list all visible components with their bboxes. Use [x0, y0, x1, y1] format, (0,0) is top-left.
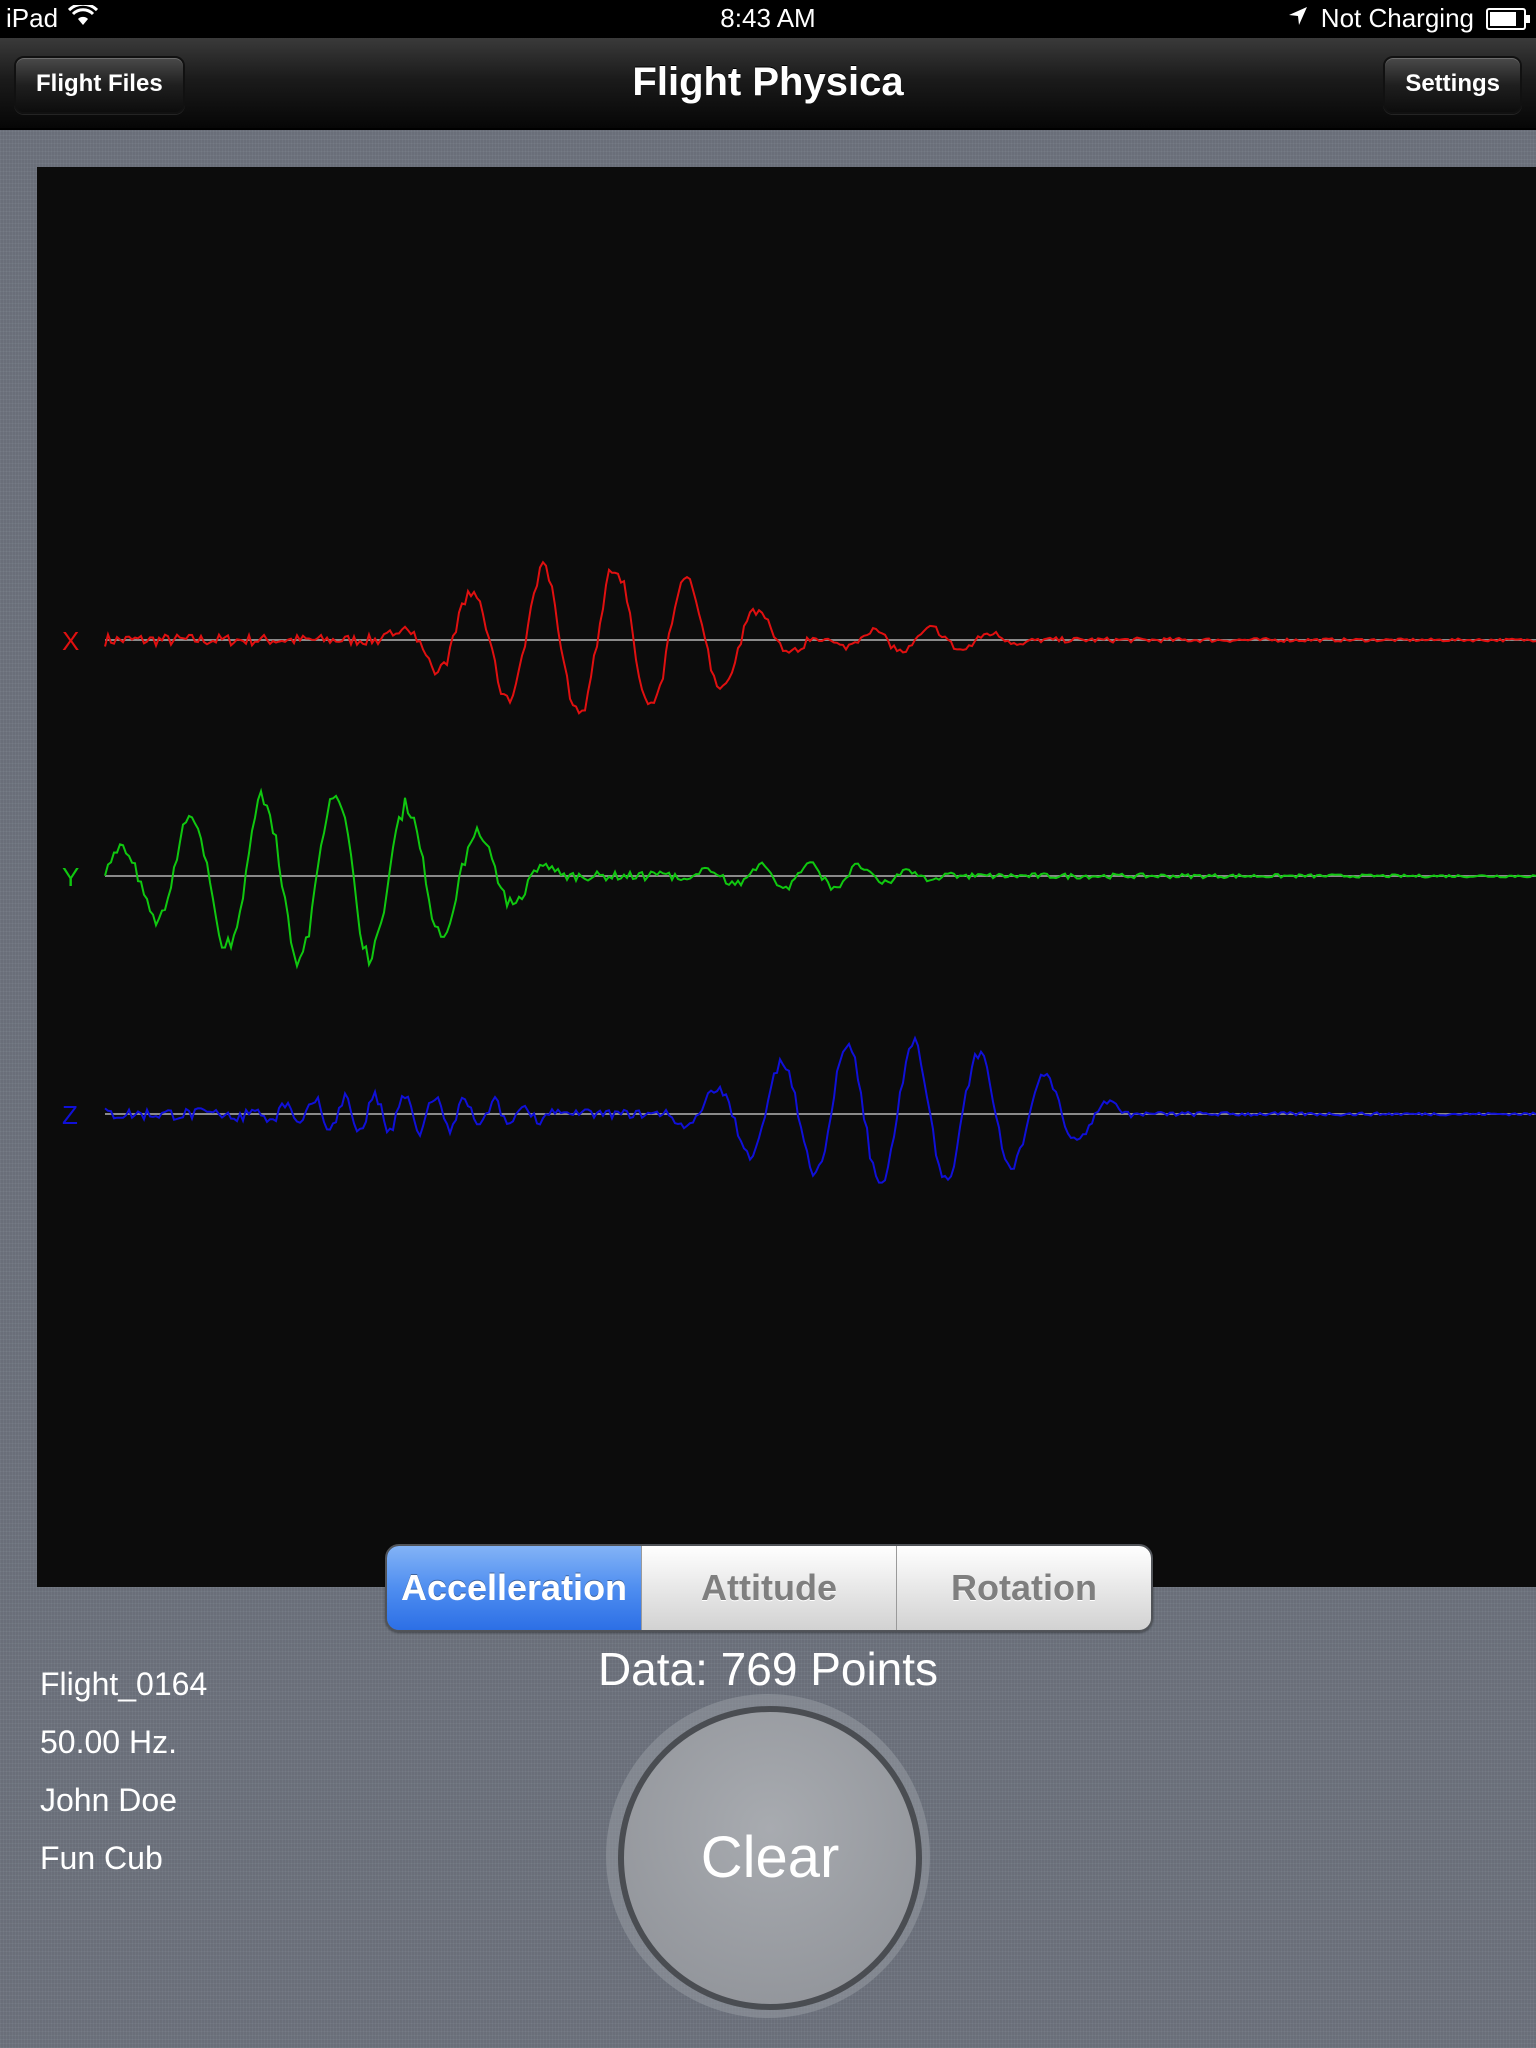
acceleration-graph: X Y Z: [62, 560, 1536, 1184]
trace-x: [104, 560, 1536, 715]
flight-file-name: Flight_0164: [40, 1666, 208, 1702]
location-arrow-icon: [1287, 3, 1309, 34]
graph-mode-control[interactable]: Accelleration Attitude Rotation: [385, 1544, 1153, 1632]
clear-button[interactable]: Clear: [618, 1706, 922, 2010]
clear-button-ring: Clear: [606, 1694, 930, 2018]
navigation-bar: Flight Files Flight Physica Settings: [0, 38, 1536, 130]
sample-rate: 50.00 Hz.: [40, 1724, 177, 1760]
trace-z: [104, 1035, 1536, 1184]
flight-info: Flight_0164 50.00 Hz. John Doe Fun Cub: [40, 1660, 207, 1892]
pilot-name: John Doe: [40, 1782, 177, 1818]
charging-status: Not Charging: [1320, 3, 1474, 33]
axis-label-x: X: [62, 626, 79, 656]
trace-y: [104, 787, 1536, 970]
data-point-count: Data: 769 Points: [597, 1643, 939, 1695]
segment-rotation[interactable]: Rotation: [896, 1546, 1151, 1630]
axis-label-z: Z: [62, 1100, 78, 1130]
aircraft-name: Fun Cub: [40, 1840, 163, 1876]
battery-icon: [1486, 7, 1530, 30]
segment-attitude[interactable]: Attitude: [641, 1546, 896, 1630]
page-title: Flight Physica: [632, 60, 904, 104]
sensor-plot: X Y Z: [37, 167, 1536, 1587]
axis-label-y: Y: [62, 862, 79, 892]
segment-accelleration[interactable]: Accelleration: [387, 1546, 641, 1630]
status-bar: iPad 8:43 AM Not Charging: [0, 0, 1536, 38]
settings-button[interactable]: Settings: [1383, 56, 1522, 114]
